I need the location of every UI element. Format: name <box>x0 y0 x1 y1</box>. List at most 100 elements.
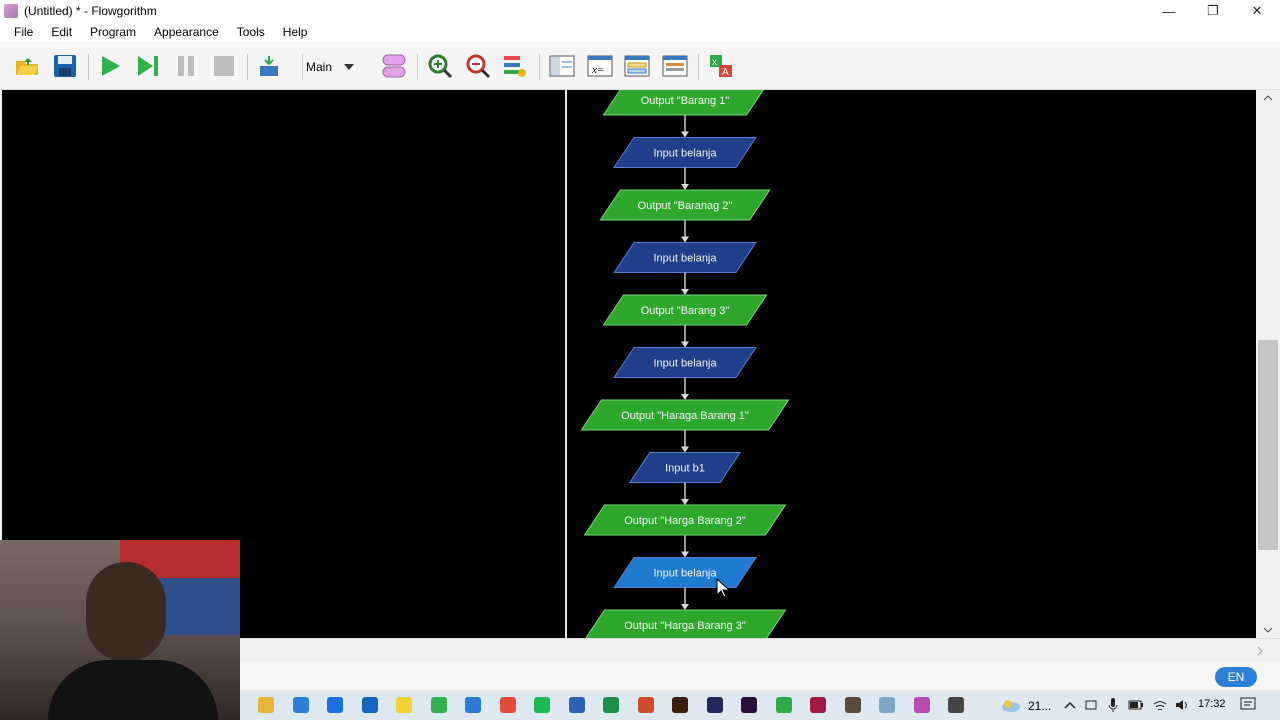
output-node[interactable]: Output "Barang 3" <box>602 294 768 326</box>
style-icon[interactable] <box>501 52 529 80</box>
vscode-icon[interactable] <box>465 697 481 713</box>
viva-icon[interactable] <box>810 697 826 713</box>
output-node[interactable]: Output "Barang 1" <box>602 90 766 116</box>
chevron-up-icon[interactable] <box>1064 700 1076 710</box>
meet-icon[interactable] <box>1084 698 1098 712</box>
wifi-icon[interactable] <box>1152 698 1168 712</box>
outlook-icon[interactable] <box>361 697 378 713</box>
flowgorithm-icon[interactable] <box>913 697 930 713</box>
function-select[interactable]: Main <box>306 56 356 78</box>
volume-icon[interactable] <box>1174 698 1190 712</box>
menu-program[interactable]: Program <box>81 25 145 39</box>
run-icon[interactable] <box>96 52 124 80</box>
arrow-head <box>681 604 689 610</box>
mail-icon[interactable] <box>292 697 309 713</box>
menu-tools[interactable]: Tools <box>228 25 274 39</box>
node-label: Output "Baranag 2" <box>638 200 733 212</box>
mouse-cursor-icon <box>716 578 730 598</box>
battery-icon[interactable] <box>1128 699 1144 711</box>
menu-appearance[interactable]: Appearance <box>145 25 228 39</box>
arrow-head <box>681 289 689 295</box>
panel-icon[interactable] <box>548 52 576 80</box>
microphone-icon[interactable] <box>1106 697 1120 713</box>
menu-file[interactable]: File <box>0 25 42 39</box>
obs-icon[interactable] <box>948 697 964 713</box>
console-icon[interactable] <box>623 52 651 80</box>
whatsapp-icon[interactable] <box>430 697 447 713</box>
weather-temp[interactable]: 21... <box>1028 699 1051 713</box>
presenter-face <box>86 562 166 662</box>
window-title: (Untitled) * - Flowgorithm <box>24 4 157 18</box>
excel-icon[interactable] <box>603 697 619 713</box>
chevron-down-icon <box>344 64 355 70</box>
minimize-button[interactable]: — <box>1146 0 1192 22</box>
open-icon[interactable] <box>13 52 41 80</box>
output-node[interactable]: Output "Harga Barang 3" <box>585 609 787 638</box>
taskbar-clock[interactable]: 17:32 <box>1198 698 1226 710</box>
weather-icon[interactable] <box>1000 697 1022 713</box>
toolbar-separator <box>539 54 540 80</box>
shape-icon[interactable] <box>380 52 408 80</box>
save-icon[interactable] <box>51 52 79 80</box>
layout-icon[interactable] <box>256 52 284 80</box>
horizontal-scrollbar[interactable] <box>240 638 1280 662</box>
menu-help[interactable]: Help <box>274 25 317 39</box>
node-label: Output "Harga Barang 2" <box>624 515 746 527</box>
notes-icon[interactable] <box>396 697 412 713</box>
powerpoint-icon[interactable] <box>637 697 654 713</box>
node-label: Output "Barang 3" <box>641 305 730 317</box>
input-node[interactable]: Input belanja <box>613 557 757 588</box>
scrollbar-thumb[interactable] <box>1258 340 1278 550</box>
arrow-head <box>681 236 689 243</box>
arrow-head <box>681 499 689 505</box>
dropbox-icon[interactable] <box>327 697 343 713</box>
photoshop-icon[interactable] <box>706 697 723 713</box>
node-label: Input belanja <box>654 358 718 370</box>
input-node[interactable]: Input belanja <box>613 137 757 168</box>
notification-icon[interactable] <box>1240 697 1256 713</box>
zoom-out-icon[interactable] <box>464 52 492 80</box>
chrome-icon[interactable] <box>499 697 516 713</box>
chart-icon[interactable] <box>661 52 689 80</box>
restore-button[interactable]: ❐ <box>1190 0 1236 22</box>
translate-icon[interactable]: xA <box>707 52 735 80</box>
output-node[interactable]: Output "Baranag 2" <box>599 189 771 221</box>
flowgorithm-app-icon <box>4 4 18 18</box>
variables-icon[interactable]: x= <box>586 52 614 80</box>
scroll-down-icon[interactable] <box>1256 624 1280 636</box>
word-icon[interactable] <box>568 697 585 713</box>
svg-text:x: x <box>712 57 717 68</box>
illustrator-icon[interactable] <box>672 697 688 713</box>
scroll-right-icon[interactable] <box>1254 645 1266 657</box>
arrow-head <box>681 551 689 558</box>
arrow-head <box>681 394 689 400</box>
spotify-icon[interactable] <box>534 697 550 713</box>
character-icon[interactable] <box>844 697 861 713</box>
menu-edit[interactable]: Edit <box>42 25 81 39</box>
notepad-icon[interactable] <box>879 697 895 713</box>
status-bar <box>240 662 1280 690</box>
output-node[interactable]: Output "Harga Barang 2" <box>583 504 787 536</box>
file-explorer-icon[interactable] <box>258 697 274 713</box>
arrow-head <box>681 341 689 348</box>
node-label: Input belanja <box>654 568 718 580</box>
premiere-icon[interactable] <box>741 697 757 713</box>
toolbar-separator <box>698 54 699 80</box>
node-label: Output "Barang 1" <box>641 95 730 107</box>
input-node[interactable]: Input belanja <box>613 347 757 378</box>
input-node[interactable]: Input b1 <box>628 452 742 483</box>
toolbar-separator <box>88 54 89 80</box>
output-node[interactable]: Output "Haraga Barang 1" <box>580 399 790 431</box>
scroll-up-icon[interactable] <box>1256 92 1280 104</box>
vertical-scrollbar[interactable] <box>1256 90 1280 638</box>
stop-icon[interactable] <box>210 52 238 80</box>
zoom-in-icon[interactable] <box>426 52 454 80</box>
language-badge[interactable]: EN <box>1215 667 1257 687</box>
pause-icon[interactable] <box>172 52 200 80</box>
maps-icon[interactable] <box>775 697 792 713</box>
input-node[interactable]: Input belanja <box>613 242 757 273</box>
step-icon[interactable] <box>134 52 162 80</box>
arrow-head <box>681 184 689 190</box>
node-label: Input belanja <box>654 253 718 265</box>
close-button[interactable]: ✕ <box>1234 0 1280 22</box>
